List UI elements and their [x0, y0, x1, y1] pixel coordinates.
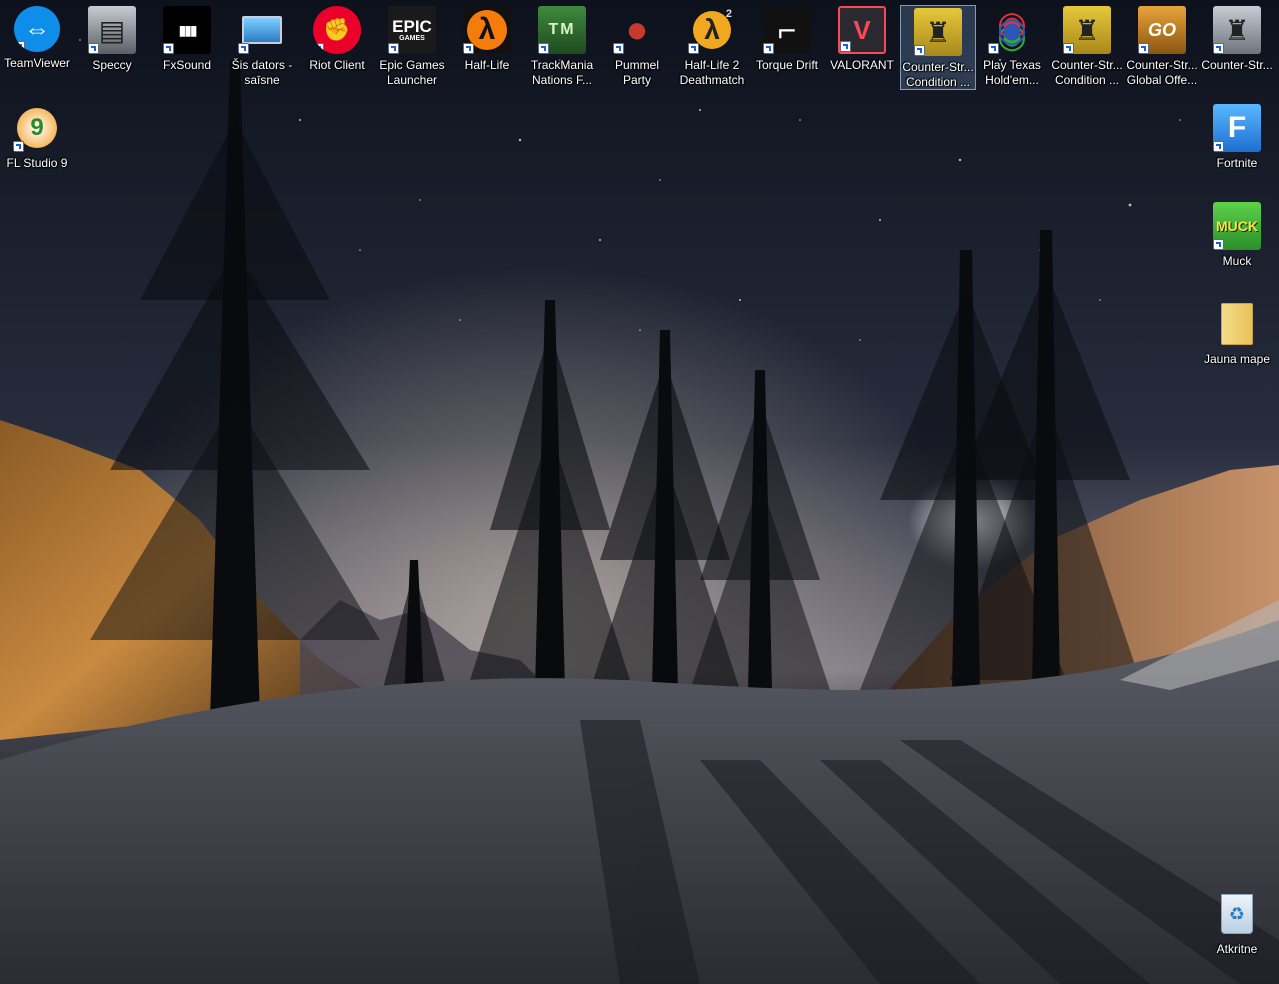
pummel-party-icon: ●	[613, 6, 661, 54]
desktop-icon-torque-drift[interactable]: ⌐ Torque Drift	[750, 4, 824, 73]
desktop-icon-texas-holdem[interactable]: ◉ Play Texas Hold'em...	[975, 4, 1049, 88]
desktop-icon-label: Muck	[1222, 254, 1252, 268]
desktop-icon-teamviewer[interactable]: ⇔ TeamViewer	[0, 4, 74, 71]
desktop-icon-trackmania[interactable]: TM TrackMania Nations F...	[525, 4, 599, 88]
desktop-icon-label: Fortnite	[1216, 156, 1258, 170]
desktop-icon-label: Counter-Str... Condition ...	[1051, 58, 1123, 87]
fortnite-icon: F	[1213, 104, 1261, 152]
desktop-icon-recycle-bin[interactable]: ♻ Atkritne	[1200, 888, 1274, 957]
desktop-icon-new-folder[interactable]: Jauna mape	[1200, 298, 1274, 367]
desktop-icon-riot-client[interactable]: ✊ Riot Client	[300, 4, 374, 73]
desktop-icon-label: Play Texas Hold'em...	[983, 58, 1041, 87]
desktop-icon-label: FxSound	[162, 58, 212, 72]
counter-strike-cz-icon: ♜	[1063, 6, 1111, 54]
desktop-icon-label: Pummel Party	[614, 58, 659, 87]
desktop-icon-counter-strike-cz-selected[interactable]: ♜ Counter-Str... Condition ...	[900, 5, 976, 90]
torque-drift-icon: ⌐	[763, 6, 811, 54]
muck-icon: MUCK	[1213, 202, 1261, 250]
desktop-icon-label: TeamViewer	[4, 56, 70, 70]
desktop-icon-label: Šis dators - saīsne	[231, 58, 293, 87]
half-life-2-icon: λ 2	[688, 6, 736, 54]
fl-studio-icon: 9	[13, 104, 61, 152]
desktop-icon-label: Counter-Str...	[1201, 58, 1273, 72]
valorant-icon: V	[838, 6, 886, 54]
fxsound-icon: ▮▮▮	[163, 6, 211, 54]
desktop-icon-label: Torque Drift	[755, 58, 819, 72]
desktop-icon-fxsound[interactable]: ▮▮▮ FxSound	[150, 4, 224, 73]
desktop-icon-label: Epic Games Launcher	[379, 58, 445, 87]
desktop-icon-half-life[interactable]: λ Half-Life	[450, 4, 524, 73]
recycle-bin-icon: ♻	[1213, 890, 1261, 938]
computer-icon	[238, 6, 286, 54]
desktop-icon-this-pc[interactable]: Šis dators - saīsne	[225, 4, 299, 88]
desktop-icon-csgo[interactable]: GO Counter-Str... Global Offe...	[1125, 4, 1199, 88]
counter-strike-icon: ♜	[1213, 6, 1261, 54]
folder-icon	[1213, 300, 1261, 348]
desktop-wallpaper	[0, 0, 1279, 984]
riot-client-icon: ✊	[313, 6, 361, 54]
desktop-icon-counter-strike[interactable]: ♜ Counter-Str...	[1200, 4, 1274, 73]
half-life-icon: λ	[463, 6, 511, 54]
poker-chips-icon: ◉	[988, 6, 1036, 54]
desktop-icon-half-life-2[interactable]: λ 2 Half-Life 2 Deathmatch	[675, 4, 749, 88]
desktop-icon-label: Speccy	[92, 58, 132, 72]
desktop-icon-muck[interactable]: MUCK Muck	[1200, 200, 1274, 269]
desktop-icon-label: Half-Life 2 Deathmatch	[679, 58, 745, 87]
desktop-icon-label: TrackMania Nations F...	[530, 58, 594, 87]
desktop-icon-fortnite[interactable]: F Fortnite	[1200, 102, 1274, 171]
trackmania-icon: TM	[538, 6, 586, 54]
desktop-icon-fl-studio[interactable]: 9 FL Studio 9	[0, 102, 74, 171]
epic-games-icon: EPIC GAMES	[388, 6, 436, 54]
desktop-icon-speccy[interactable]: ▤ Speccy	[75, 4, 149, 73]
desktop-icon-label: VALORANT	[830, 58, 894, 72]
desktop-icon-label: Half-Life	[464, 58, 510, 72]
desktop-icon-valorant[interactable]: V VALORANT	[825, 4, 899, 73]
speccy-icon: ▤	[88, 6, 136, 54]
desktop-icon-label: FL Studio 9	[6, 156, 68, 170]
csgo-icon: GO	[1138, 6, 1186, 54]
desktop-icon-epic-games[interactable]: EPIC GAMES Epic Games Launcher	[375, 4, 449, 88]
desktop-icon-counter-strike-cz[interactable]: ♜ Counter-Str... Condition ...	[1050, 4, 1124, 88]
desktop-icon-label: Riot Client	[309, 58, 365, 72]
teamviewer-icon: ⇔	[14, 6, 60, 52]
desktop-icon-label: Atkritne	[1216, 942, 1258, 956]
desktop-icon-label: Counter-Str... Global Offe...	[1126, 58, 1198, 87]
desktop-icon-pummel-party[interactable]: ● Pummel Party	[600, 4, 674, 88]
counter-strike-cz-icon: ♜	[914, 8, 962, 56]
desktop-icon-label: Jauna mape	[1203, 352, 1271, 366]
desktop-icon-label: Counter-Str... Condition ...	[902, 60, 974, 89]
